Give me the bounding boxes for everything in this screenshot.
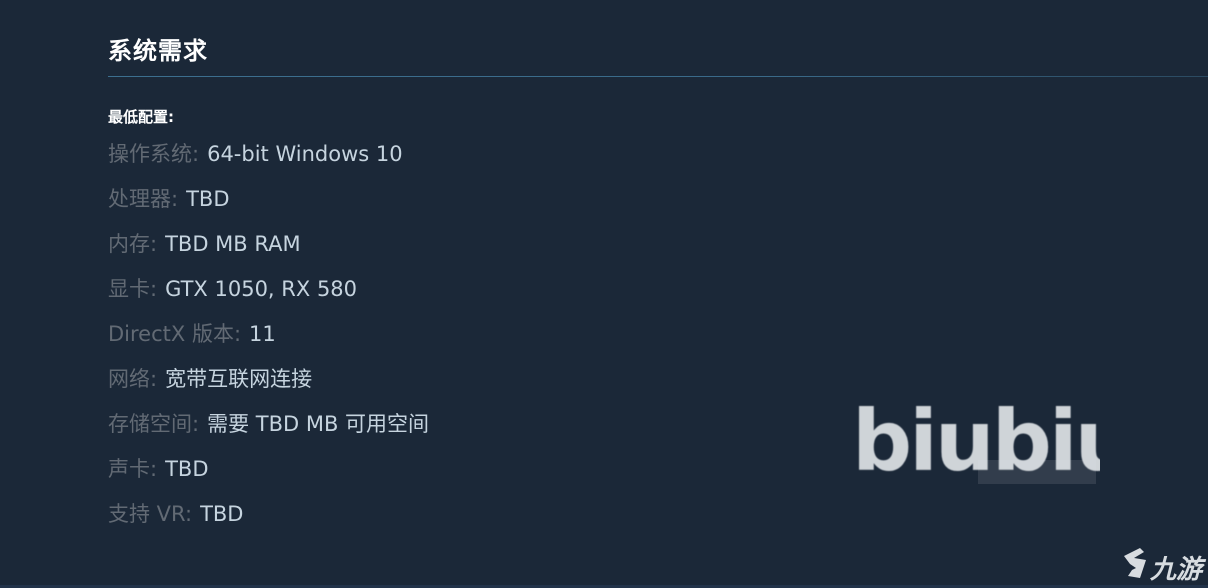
minimum-config-label: 最低配置: [108,108,174,126]
requirement-key: 操作系统: [108,142,200,166]
requirement-value: GTX 1050, RX 580 [165,277,358,301]
system-requirements-section: 系统需求 最低配置: 操作系统: 64-bit Windows 10 处理器: TB… [108,34,1208,536]
requirement-value: TBD [186,187,230,211]
site-watermark-logo: 九游 [1124,548,1207,585]
requirement-graphics: 显卡: GTX 1050, RX 580 [108,266,1208,311]
requirement-key: 存储空间: [108,412,200,436]
requirement-directx: DirectX 版本: 11 [108,311,1208,356]
requirement-key: 内存: [108,232,158,256]
requirement-network: 网络: 宽带互联网连接 [108,356,1208,401]
requirement-os: 操作系统: 64-bit Windows 10 [108,131,1208,176]
requirement-key: DirectX 版本: [108,322,242,346]
requirement-storage: 存储空间: 需要 TBD MB 可用空间 [108,401,1208,446]
requirement-value: TBD [200,502,244,526]
section-title: 系统需求 [108,37,208,65]
requirement-sound: 声卡: TBD [108,446,1208,491]
requirement-value: 宽带互联网连接 [165,367,313,391]
requirement-key: 网络: [108,367,158,391]
requirement-value: TBD [165,457,209,481]
requirement-value: TBD MB RAM [165,232,301,256]
title-divider [108,76,1208,77]
requirement-key: 支持 VR: [108,502,193,526]
requirements-list: 操作系统: 64-bit Windows 10 处理器: TBD 内存: TBD MB… [108,131,1208,536]
requirement-memory: 内存: TBD MB RAM [108,221,1208,266]
requirement-key: 处理器: [108,187,179,211]
requirement-processor: 处理器: TBD [108,176,1208,221]
requirement-key: 显卡: [108,277,158,301]
site-watermark-text: 九游 [1149,555,1207,585]
requirement-value: 64-bit Windows 10 [207,142,403,166]
requirement-value: 需要 TBD MB 可用空间 [207,412,430,436]
requirement-vr: 支持 VR: TBD [108,491,1208,536]
requirement-key: 声卡: [108,457,158,481]
requirement-value: 11 [249,322,276,346]
